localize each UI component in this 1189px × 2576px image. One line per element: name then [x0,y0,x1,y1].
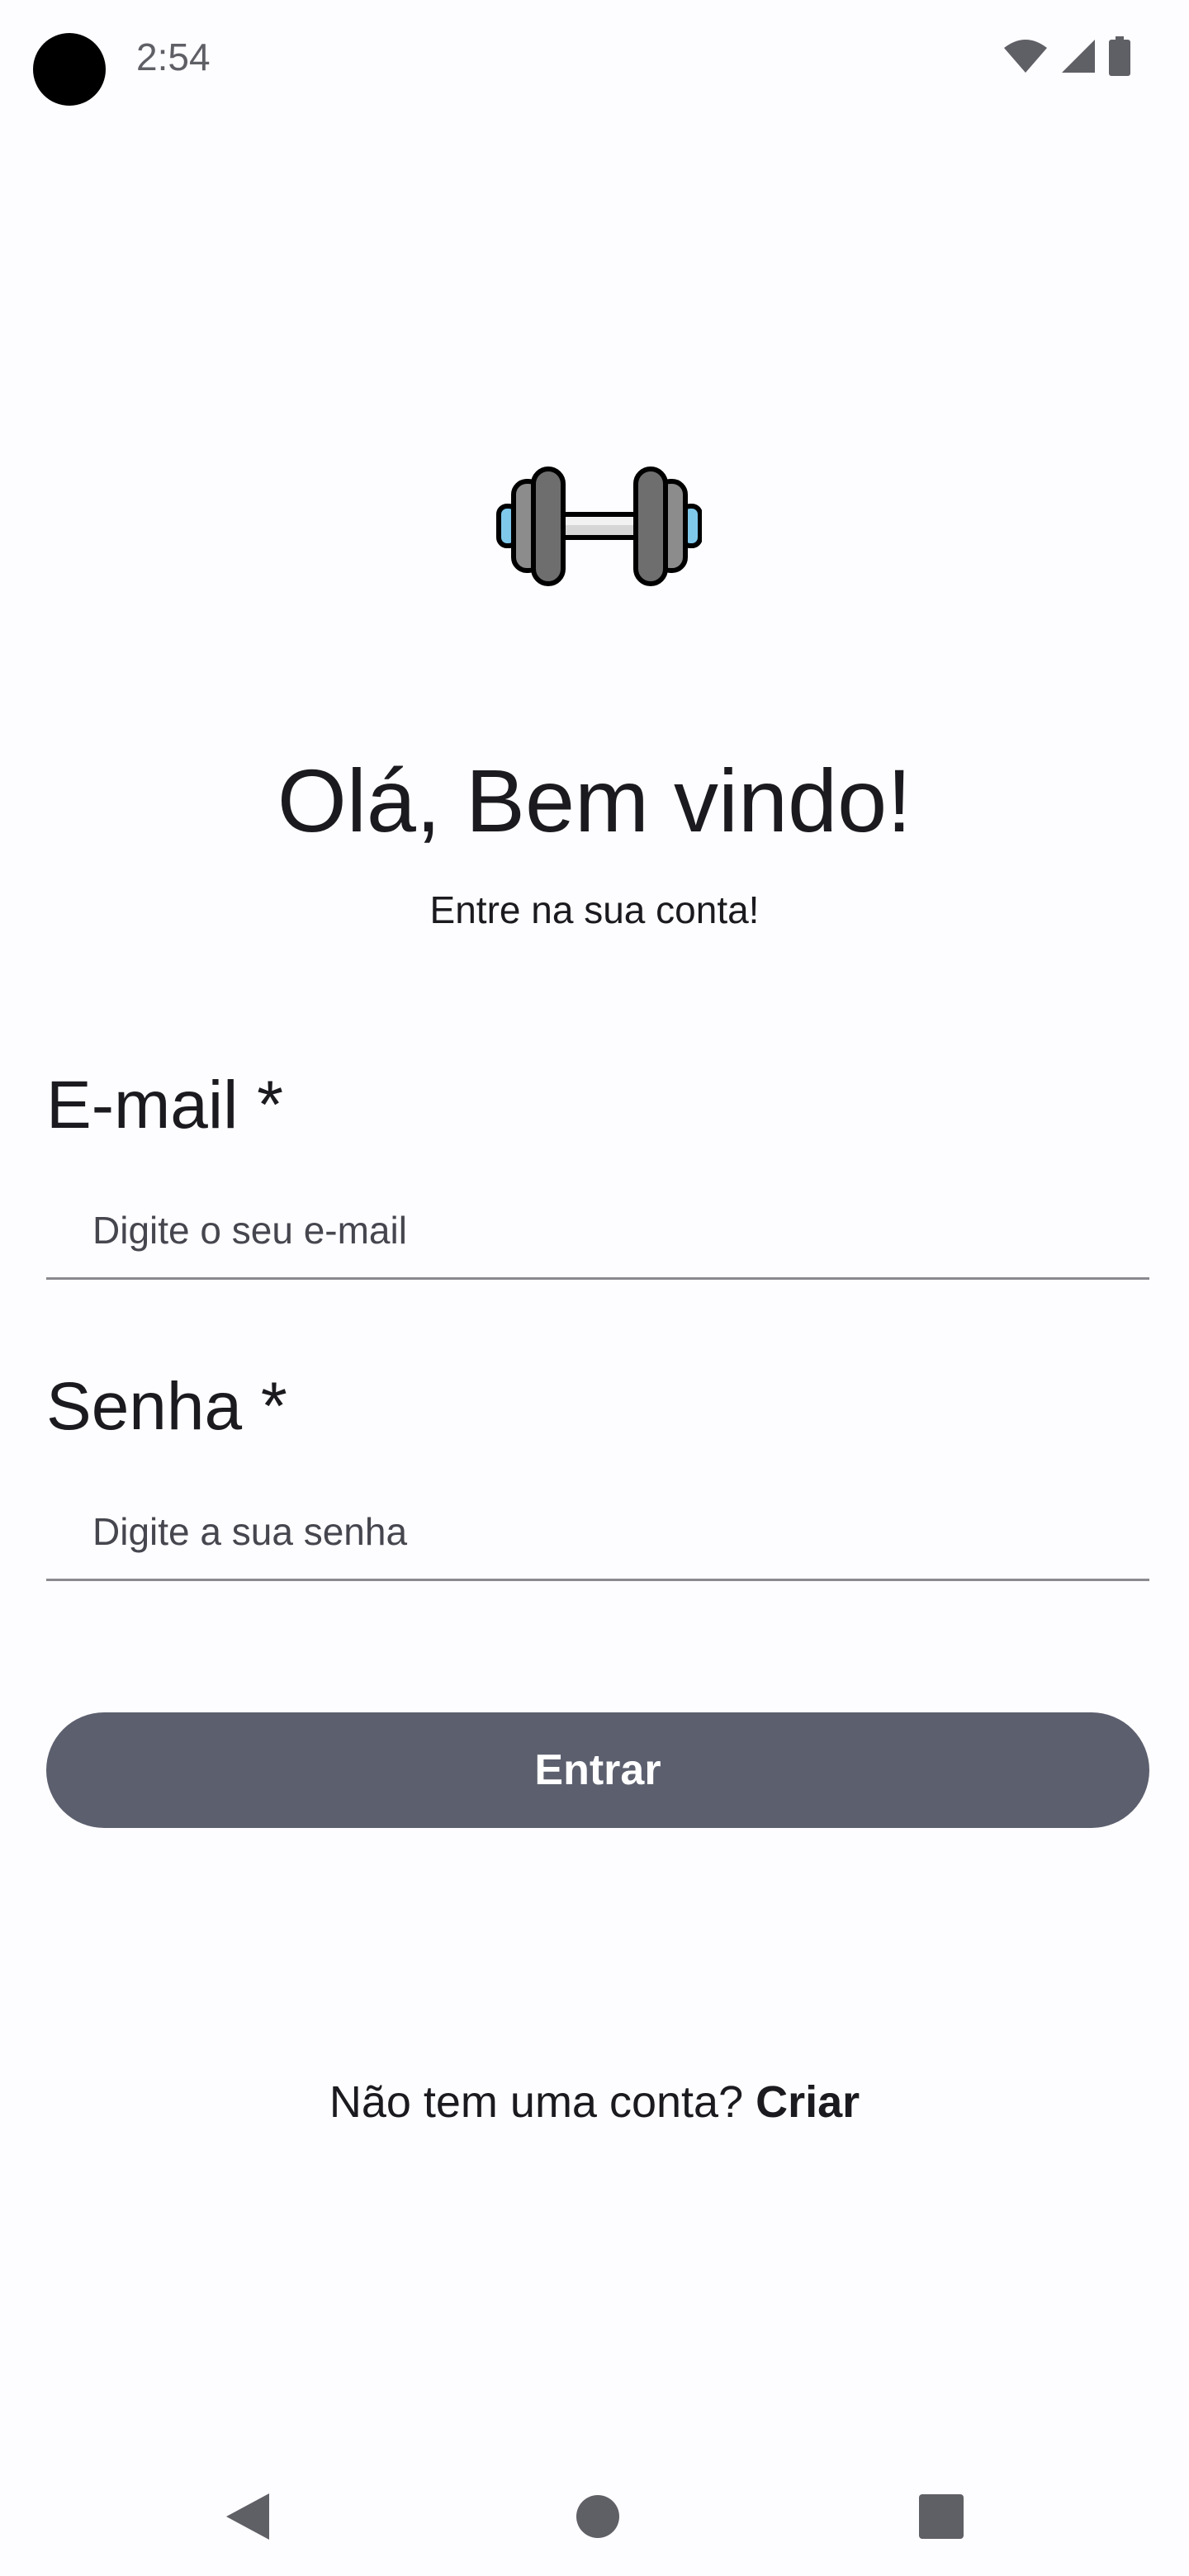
signup-prompt: Não tem uma conta? [329,2077,756,2127]
login-button[interactable]: Entrar [46,1712,1149,1828]
password-field [46,1490,1149,1581]
home-icon [575,2493,621,2544]
welcome-title: Olá, Bem vindo! [277,751,912,850]
navigation-bar [0,2469,1189,2568]
status-clock: 2:54 [136,36,211,78]
dumbbell-icon [495,466,703,586]
password-input[interactable] [92,1490,1116,1573]
recents-icon [918,2493,964,2544]
email-input[interactable] [92,1189,1116,1271]
email-field [46,1189,1149,1280]
create-account-link[interactable]: Criar [756,2077,860,2127]
back-button[interactable] [198,2469,297,2568]
email-label: E-mail * [46,1068,284,1143]
signup-row: Não tem uma conta? Criar [0,2076,1189,2128]
status-bar: 2:54 [0,0,1189,116]
camera-cutout [33,33,106,106]
back-icon [223,2490,272,2547]
status-icons [1002,36,1131,76]
wifi-icon [1002,38,1049,74]
battery-icon [1108,36,1131,76]
welcome-subtitle: Entre na sua conta! [429,888,760,931]
cellular-signal-icon [1060,38,1097,74]
password-label: Senha * [46,1369,287,1444]
home-button[interactable] [548,2469,647,2568]
recents-button[interactable] [892,2469,991,2568]
